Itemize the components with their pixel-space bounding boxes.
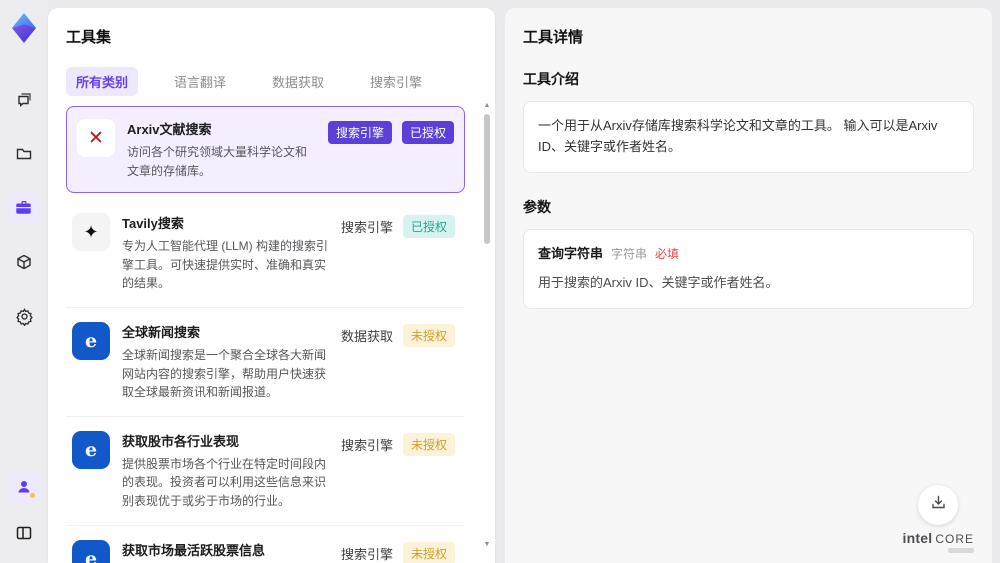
intel-core-logo: intel CORE [903,531,974,553]
intel-product-text: CORE [935,532,974,546]
details-title: 工具详情 [523,29,584,46]
sidebar-item-files[interactable] [8,138,40,170]
intro-box: 一个用于从Arxiv存储库搜索科学论文和文章的工具。 输入可以是Arxiv ID… [523,101,974,173]
sidebar [0,0,48,563]
params-heading: 参数 [523,198,551,215]
status-badge: 未授权 [402,432,455,456]
sidebar-item-chat[interactable] [8,84,40,116]
sidebar-item-settings[interactable] [8,300,40,332]
panel-toggle-icon [15,524,33,542]
intel-brand-text: intel [902,530,933,546]
cube-icon [15,253,33,271]
tool-description: 提供股票市场各个行业在特定时间段内的表现。投资者可以利用这些信息来识别表现优于或… [122,456,327,508]
gear-icon [15,307,34,326]
tab-search-engine[interactable]: 搜索引擎 [360,67,432,96]
intro-text: 一个用于从Arxiv存储库搜索科学论文和文章的工具。 输入可以是Arxiv ID… [538,118,938,154]
download-icon [930,494,947,516]
finance-app-icon: e [72,539,110,563]
list-scrollbar[interactable]: ▲ ▼ [483,102,491,553]
category-label: 搜索引擎 [340,546,393,562]
category-tabs: 所有类别 语言翻译 数据获取 搜索引擎 [66,67,479,96]
tool-description: 访问各个研究领域大量科学论文和文章的存储库。 [127,145,308,178]
intro-heading: 工具介绍 [523,71,579,87]
main-area: 工具集 所有类别 语言翻译 数据获取 搜索引擎 ✕ Arxiv文献搜索 访问各个… [48,0,1000,563]
tool-row-tavily[interactable]: ✦ Tavily搜索 专为人工智能代理 (LLM) 构建的搜索引擎工具。可快速提… [66,199,465,308]
category-label: 搜索引擎 [340,220,393,236]
tool-row-most-active-stocks[interactable]: e 获取市场最活跃股票信息 提供当天交易量最高的股票列表，投资者可以利用这些信息… [66,526,465,563]
download-button[interactable] [918,485,959,525]
app-logo-icon [12,13,36,43]
tool-list: ✕ Arxiv文献搜索 访问各个研究领域大量科学论文和文章的存储库。 搜索引擎 … [66,106,479,563]
tab-data-fetching[interactable]: 数据获取 [262,67,334,96]
param-box: 查询字符串 字符串 必填 用于搜索的Arxiv ID、关键字或作者姓名。 [523,228,974,310]
tab-all-categories[interactable]: 所有类别 [66,67,139,96]
news-app-icon: e [72,321,110,360]
notification-dot [30,493,35,498]
category-label: 数据获取 [340,328,393,344]
param-type: 字符串 [611,246,648,261]
status-badge: 未授权 [402,541,455,563]
tool-details-panel: 工具详情 工具介绍 一个用于从Arxiv存储库搜索科学论文和文章的工具。 输入可… [505,8,992,563]
tool-name: Tavily搜索 [122,216,184,232]
scroll-down-arrow[interactable]: ▼ [483,541,491,549]
category-badge: 搜索引擎 [327,121,392,144]
tool-description: 专为人工智能代理 (LLM) 构建的搜索引擎工具。可快速提供实时、准确和真实的结… [122,239,329,291]
category-label: 搜索引擎 [340,437,393,453]
tool-row-sector-performance[interactable]: e 获取股市各行业表现 提供股票市场各个行业在特定时间段内的表现。投资者可以利用… [66,417,465,526]
page-title: 工具集 [66,29,112,46]
arxiv-logo-icon: ✕ [77,119,115,157]
status-badge: 未授权 [402,323,455,347]
sidebar-item-tools[interactable] [8,192,40,224]
floating-controls: intel CORE [903,485,974,553]
user-icon [16,479,32,495]
tool-row-arxiv[interactable]: ✕ Arxiv文献搜索 访问各个研究领域大量科学论文和文章的存储库。 搜索引擎 … [66,106,465,194]
scrollbar-thumb[interactable] [484,114,490,244]
tool-name: 获取股市各行业表现 [122,433,240,449]
toolset-panel: 工具集 所有类别 语言翻译 数据获取 搜索引擎 ✕ Arxiv文献搜索 访问各个… [48,8,495,563]
param-description: 用于搜索的Arxiv ID、关键字或作者姓名。 [538,275,779,291]
briefcase-icon [15,199,33,217]
sidebar-item-packages[interactable] [8,246,40,278]
tool-row-global-news[interactable]: e 全球新闻搜索 全球新闻搜索是一个聚合全球各大新闻网站内容的搜索引擎，帮助用户… [66,308,465,417]
sidebar-item-collapse[interactable] [8,517,40,549]
status-badge: 已授权 [402,215,455,239]
param-name: 查询字符串 [538,245,604,261]
intel-sub-mark [948,548,974,553]
finance-app-icon: e [72,430,110,469]
tool-name: Arxiv文献搜索 [127,122,212,137]
folder-icon [15,145,33,163]
tool-name: 获取市场最活跃股票信息 [122,542,266,558]
status-badge: 已授权 [401,121,454,144]
tab-language-translation[interactable]: 语言翻译 [164,67,236,96]
chat-icon [15,91,33,109]
param-required-flag: 必填 [655,246,680,261]
tavily-star-icon: ✦ [72,213,110,252]
scroll-up-arrow[interactable]: ▲ [483,102,491,110]
sidebar-item-account[interactable] [8,471,40,503]
tool-description: 全球新闻搜索是一个聚合全球各大新闻网站内容的搜索引擎，帮助用户快速获取全球最新资… [122,347,327,400]
app-window: 工具集 所有类别 语言翻译 数据获取 搜索引擎 ✕ Arxiv文献搜索 访问各个… [0,0,1000,563]
tool-name: 全球新闻搜索 [122,324,201,340]
